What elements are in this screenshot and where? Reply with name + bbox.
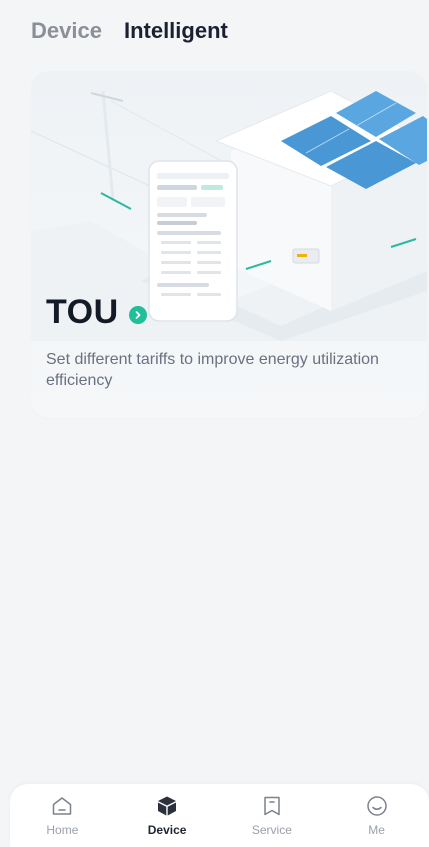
- nav-label-service: Service: [251, 823, 292, 837]
- tou-card[interactable]: TOU Set different tariffs to improve ene…: [31, 71, 427, 418]
- bookmark-icon: [264, 796, 280, 816]
- nav-item-service[interactable]: Service: [227, 784, 317, 837]
- cube-icon: [158, 796, 177, 816]
- nav-item-home[interactable]: Home: [17, 784, 107, 837]
- card-title-row: TOU: [46, 293, 147, 332]
- nav-item-me[interactable]: Me: [332, 784, 422, 837]
- card-title: TOU: [46, 293, 119, 331]
- home-icon: [53, 797, 72, 815]
- bottom-navigation: Home Device Service Me: [10, 784, 429, 847]
- card-description: Set different tariffs to improve energy …: [46, 351, 379, 389]
- top-tabs: Device Intelligent: [31, 18, 228, 44]
- tab-intelligent[interactable]: Intelligent: [124, 18, 228, 44]
- nav-item-device[interactable]: Device: [122, 784, 212, 837]
- nav-label-me: Me: [368, 823, 385, 837]
- tab-device[interactable]: Device: [31, 18, 102, 44]
- smile-icon: [366, 796, 387, 816]
- arrow-right-icon[interactable]: [128, 305, 147, 324]
- nav-label-home: Home: [46, 823, 79, 837]
- nav-label-device: Device: [147, 823, 187, 837]
